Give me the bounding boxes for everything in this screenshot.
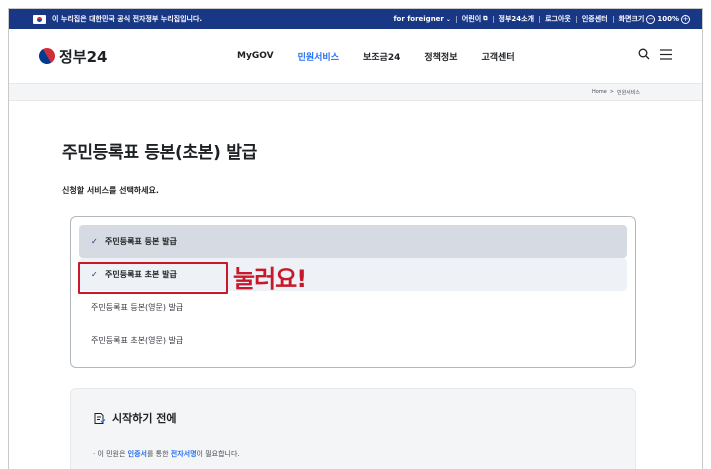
for-foreigner-link[interactable]: for foreigner ⌄ [393, 15, 450, 23]
menu-icon[interactable] [660, 48, 672, 60]
cert-required-notice: · 이 민원은 인증서를 통한 전자서명이 필요합니다. [93, 450, 240, 458]
nav-customer-center[interactable]: 고객센터 [482, 50, 515, 63]
nav-subsidy24[interactable]: 보조금24 [363, 50, 400, 63]
external-link-icon: ⧉ [483, 15, 488, 22]
cert-keyword: 인증서 [127, 450, 147, 458]
option-label: 주민등록표 등본 발급 [105, 237, 177, 246]
option-label: 주민등록표 초본(영문) 발급 [91, 336, 184, 345]
nav-civil-services[interactable]: 민원서비스 [298, 50, 339, 63]
zoom-out-button[interactable]: − [646, 14, 656, 24]
option-label: 주민등록표 등본(영문) 발급 [91, 303, 184, 312]
zoom-label: 화면크기 [618, 15, 645, 23]
before-start-panel: 시작하기 전에 · 이 민원은 인증서를 통한 전자서명이 필요합니다. [70, 388, 636, 469]
nav-policy-info[interactable]: 정책정보 [424, 50, 457, 63]
nav-mygov[interactable]: MyGOV [237, 51, 274, 61]
before-start-title: 시작하기 전에 [93, 410, 177, 426]
gov-notice-text: 이 누리집은 대한민국 공식 전자정부 누리집입니다. [52, 15, 203, 23]
option-resident-copy-issue[interactable]: ✓ 주민등록표 등본 발급 [79, 225, 627, 258]
chevron-down-icon: ⌄ [445, 15, 451, 23]
service-select-heading: 신청할 서비스를 선택하세요. [62, 186, 159, 195]
gov24-logo[interactable]: 정부24 [36, 45, 108, 67]
zoom-in-button[interactable]: + [681, 14, 690, 24]
annotation-highlight-box [78, 262, 228, 294]
annotation-click-here: 눌러요! [233, 265, 307, 293]
logo-text: 정부24 [59, 47, 108, 66]
e-signature-keyword: 전자서명 [170, 450, 197, 458]
intro-link[interactable]: 정부24소개 [499, 14, 535, 24]
logout-link[interactable]: 로그아웃 [545, 14, 571, 24]
kids-link[interactable]: 어린이 ⧉ [462, 14, 488, 24]
cert-center-link[interactable]: 인증센터 [582, 14, 608, 24]
korea-flag-icon [33, 14, 46, 24]
main-nav: MyGOV 민원서비스 보조금24 정책정보 고객센터 [237, 29, 539, 83]
option-resident-abstract-english[interactable]: 주민등록표 초본(영문) 발급 [79, 324, 627, 357]
check-icon: ✓ [91, 237, 98, 246]
checklist-icon [94, 412, 106, 424]
search-icon[interactable] [638, 48, 650, 60]
zoom-value: 100% [657, 15, 679, 23]
gov-notice-bar: 이 누리집은 대한민국 공식 전자정부 누리집입니다. for foreigne… [9, 9, 702, 29]
taegeuk-logo-icon [36, 45, 58, 67]
page-title: 주민등록표 등본(초본) 발급 [62, 143, 257, 163]
main-content: 주민등록표 등본(초본) 발급 신청할 서비스를 선택하세요. [62, 92, 632, 196]
option-resident-copy-english[interactable]: 주민등록표 등본(영문) 발급 [79, 291, 627, 324]
site-header: 정부24 MyGOV 민원서비스 보조금24 정책정보 고객센터 [9, 29, 702, 83]
